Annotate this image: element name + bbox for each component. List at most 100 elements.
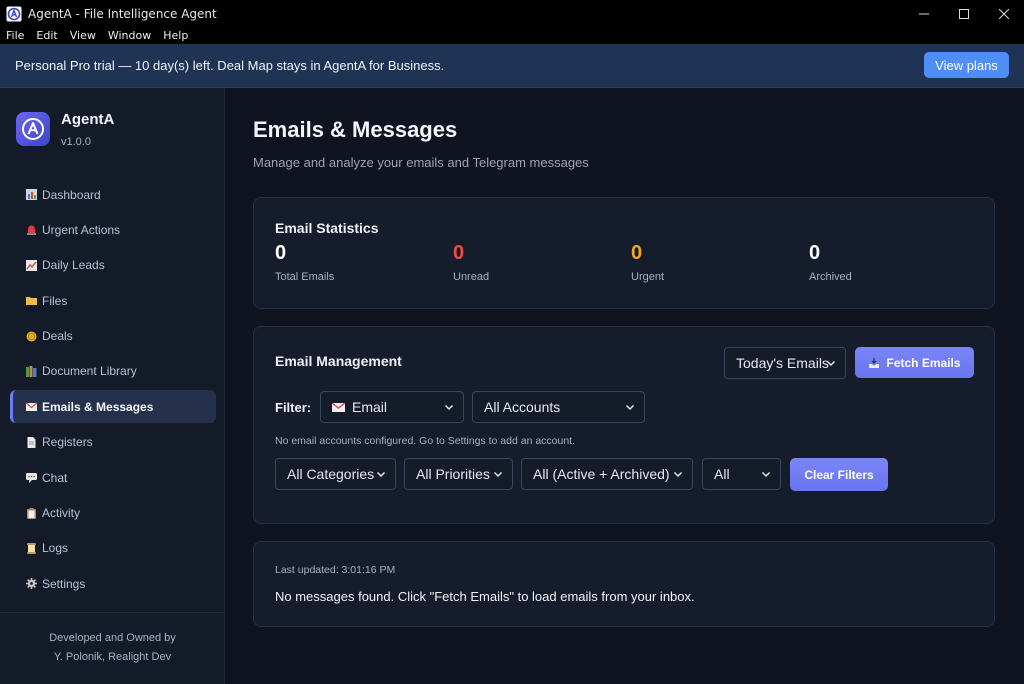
select-value: All [714, 466, 730, 482]
sidebar-item-label: Files [42, 293, 68, 308]
date-range-select[interactable]: Today's Emails [724, 347, 846, 379]
chevron-down-icon [826, 360, 836, 367]
sidebar-item-label: Activity [42, 506, 81, 521]
chevron-down-icon [444, 404, 454, 411]
chevron-down-icon [625, 404, 635, 411]
coin-icon [26, 331, 37, 342]
view-plans-button[interactable]: View plans [924, 52, 1009, 78]
select-value: All Priorities [416, 466, 490, 482]
read-filter-select[interactable]: All [702, 458, 781, 490]
stat-archived: 0 Archived [809, 242, 852, 283]
sidebar-item-emails-messages[interactable]: Emails & Messages [10, 390, 216, 424]
menu-file[interactable]: File [0, 29, 30, 42]
menu-help[interactable]: Help [157, 29, 194, 42]
maximize-icon [959, 8, 969, 19]
accounts-hint: No email accounts configured. Go to Sett… [275, 435, 576, 447]
chevron-down-icon [673, 471, 683, 478]
sidebar-item-label: Logs [42, 541, 69, 556]
sidebar-divider [0, 612, 224, 613]
close-icon [999, 8, 1009, 19]
app-name: AgentA [61, 111, 115, 128]
menu-view[interactable]: View [64, 29, 102, 42]
stat-value: 0 [631, 242, 643, 264]
page-subtitle: Manage and analyze your emails and Teleg… [253, 155, 589, 170]
empty-state-message: No messages found. Click "Fetch Emails" … [275, 589, 695, 604]
sidebar-item-label: Daily Leads [42, 258, 105, 273]
sidebar-item-daily-leads[interactable]: Daily Leads [10, 249, 216, 282]
stat-label: Total Emails [275, 271, 335, 283]
chevron-down-icon [761, 471, 771, 478]
siren-icon [27, 225, 36, 236]
sidebar-item-label: Urgent Actions [42, 222, 121, 237]
stat-label: Archived [809, 271, 852, 283]
trial-banner: Personal Pro trial — 10 day(s) left. Dea… [0, 44, 1024, 88]
chevron-down-icon [493, 471, 503, 478]
sidebar-item-label: Settings [42, 576, 86, 591]
sidebar-item-files[interactable]: Files [10, 284, 216, 317]
inbox-tray-icon [869, 357, 880, 368]
trend-icon [26, 259, 37, 271]
envelope-icon [26, 402, 37, 412]
chevron-down-icon [376, 471, 386, 478]
window-title: AgentA - File Intelligence Agent [28, 6, 217, 21]
sidebar-item-urgent-actions[interactable]: Urgent Actions [10, 213, 216, 246]
maximize-button[interactable] [944, 0, 984, 27]
close-button[interactable] [984, 0, 1024, 27]
select-value: All Accounts [484, 399, 561, 415]
last-updated: Last updated: 3:01:16 PM [275, 564, 396, 576]
menu-window[interactable]: Window [102, 29, 157, 42]
fetch-emails-label: Fetch Emails [886, 355, 961, 370]
stat-value: 0 [453, 242, 465, 264]
agenta-logo-icon [22, 118, 44, 140]
gear-icon [26, 578, 37, 590]
sidebar: AgentA v1.0.0 Dashboard Urgent Actions D… [0, 88, 225, 684]
sidebar-item-label: Deals [42, 329, 73, 344]
source-select[interactable]: Email [320, 391, 464, 423]
clear-filters-button[interactable]: Clear Filters [790, 458, 888, 491]
management-title: Email Management [275, 353, 402, 369]
sidebar-item-deals[interactable]: Deals [10, 320, 216, 353]
sidebar-item-logs[interactable]: Logs [10, 532, 216, 565]
sidebar-item-chat[interactable]: Chat [10, 461, 216, 494]
sidebar-item-settings[interactable]: Settings [10, 567, 216, 600]
sidebar-nav: Dashboard Urgent Actions Daily Leads Fil… [10, 178, 216, 603]
folder-icon [26, 297, 37, 306]
trial-text: Personal Pro trial — 10 day(s) left. Dea… [15, 58, 445, 73]
books-icon [26, 365, 37, 377]
select-value: Email [352, 399, 388, 415]
speech-icon [26, 473, 37, 484]
stat-total-emails: 0 Total Emails [275, 242, 334, 283]
fetch-emails-button[interactable]: Fetch Emails [855, 347, 974, 378]
page-title: Emails & Messages [253, 117, 458, 142]
title-bar: AgentA - File Intelligence Agent [0, 0, 1024, 27]
envelope-icon [332, 401, 345, 412]
minimize-icon [919, 13, 929, 14]
sidebar-item-registers[interactable]: Registers [10, 426, 216, 459]
chart-icon [26, 189, 37, 200]
categories-select[interactable]: All Categories [275, 458, 396, 490]
sidebar-item-label: Chat [42, 470, 68, 485]
sidebar-item-activity[interactable]: Activity [10, 497, 216, 530]
stats-title: Email Statistics [275, 220, 379, 236]
priorities-select[interactable]: All Priorities [404, 458, 513, 490]
sidebar-footer-line-2: Y. Polonik, Realight Dev [53, 651, 172, 663]
email-management-card: Email Management Today's Emails Fetch Em… [253, 326, 995, 524]
messages-card: Last updated: 3:01:16 PM No messages fou… [253, 541, 995, 627]
select-value: All (Active + Archived) [533, 466, 670, 482]
email-statistics-card: Email Statistics 0 Total Emails 0 Unread… [253, 197, 995, 309]
sidebar-item-document-library[interactable]: Document Library [10, 355, 216, 388]
sidebar-item-label: Registers [42, 435, 93, 450]
stat-urgent: 0 Urgent [631, 242, 664, 283]
app-version: v1.0.0 [61, 136, 91, 148]
app-logo [16, 112, 50, 146]
accounts-select[interactable]: All Accounts [472, 391, 645, 423]
stat-value: 0 [809, 242, 821, 264]
document-icon [27, 436, 36, 448]
app-logo-icon [6, 6, 22, 21]
sidebar-item-dashboard[interactable]: Dashboard [10, 178, 216, 211]
status-select[interactable]: All (Active + Archived) [521, 458, 693, 490]
menu-edit[interactable]: Edit [30, 29, 63, 42]
main-content: Emails & Messages Manage and analyze you… [225, 88, 1024, 684]
filter-label: Filter: [275, 400, 312, 415]
minimize-button[interactable] [904, 0, 944, 27]
